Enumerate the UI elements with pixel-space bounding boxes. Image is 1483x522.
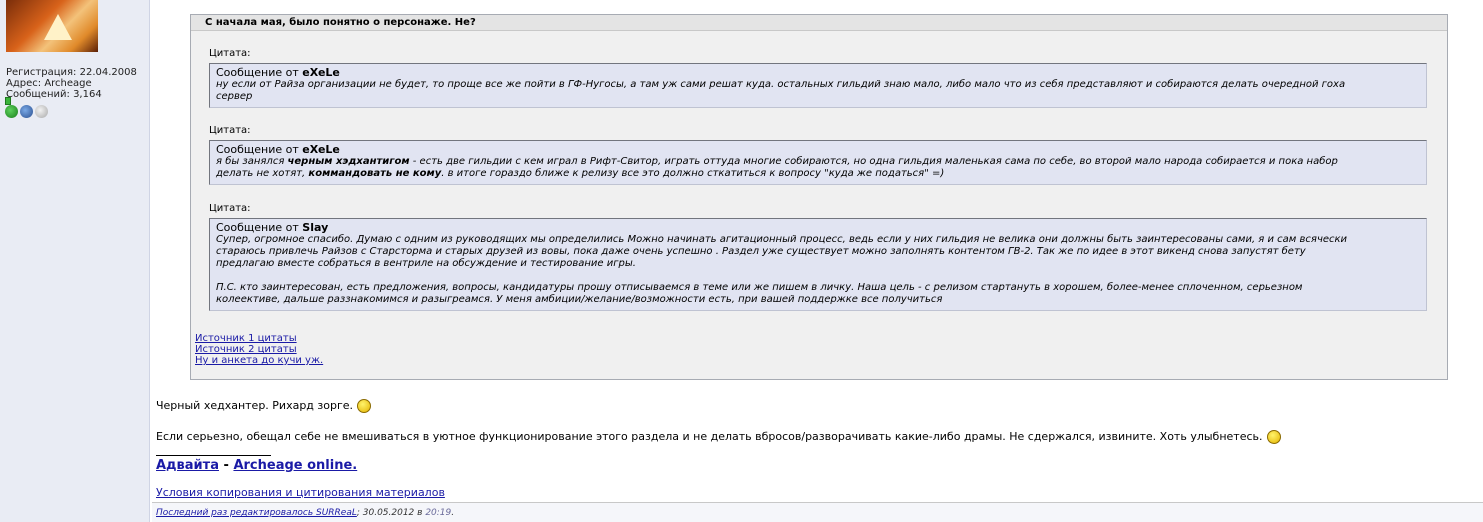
source-link-3[interactable]: Ну и анкета до кучи уж. (195, 355, 323, 366)
quote-1: Цитата: Сообщение от eXeLe ну если от Ра… (209, 48, 1427, 108)
user-sidebar: Регистрация: 22.04.2008 Адрес: Archeage … (0, 0, 150, 522)
source-link-1[interactable]: Источник 1 цитаты (195, 333, 323, 344)
quote-line: Супер, огромное спасибо. Думаю с одним и… (216, 234, 1348, 245)
quote-author-name: Slay (302, 221, 329, 234)
outer-quote: С начала мая, было понятно о персонаже. … (190, 14, 1448, 380)
signature-link-archeage[interactable]: Archeage online. (233, 458, 357, 473)
quote-label: Цитата: (209, 48, 251, 59)
edit-note: Последний раз редактировалось SURReaL; 3… (156, 508, 454, 518)
post-line-1: Черный хедхантер. Рихард зорге. (156, 399, 372, 413)
edit-time: 20:19 (425, 508, 452, 518)
signature-link-advaita[interactable]: Адвайта (156, 458, 219, 473)
address-row: Адрес: Archeage (6, 78, 137, 89)
quote-fragment: . в итоге гораздо ближе к релизу все это… (441, 168, 945, 179)
edit-author-link[interactable]: Последний раз редактировалось SURReaL (156, 508, 357, 518)
address-label: Адрес: (6, 78, 42, 89)
source-links: Источник 1 цитаты Источник 2 цитаты Ну и… (195, 333, 323, 366)
avatar-emblem (44, 14, 72, 40)
quote-line: сервер (216, 91, 253, 102)
quote-line: колеективе, дальше раззнакомимся и разыг… (216, 294, 943, 305)
post-body: С начала мая, было понятно о персонаже. … (152, 0, 1483, 522)
user-icons (5, 105, 50, 121)
terms-row: Условия копирования и цитирования матери… (156, 486, 445, 499)
contact-icon[interactable] (35, 105, 48, 118)
messages-count: 3,164 (73, 89, 102, 100)
quote-text: Супер, огромное спасибо. Думаю с одним и… (216, 234, 1420, 306)
quote-text: ну если от Райза организации не будет, т… (216, 79, 1420, 103)
quote-author: Сообщение от eXeLe (216, 144, 1420, 156)
quote-line: предлагаю вместе собраться в вентриле на… (216, 258, 636, 269)
quote-text: я бы занялся черным хэдхантигом - есть д… (216, 156, 1420, 180)
edit-date: ; 30.05.2012 в (356, 508, 426, 518)
quote-spacer (216, 270, 1420, 282)
signature-divider (156, 455, 271, 456)
quote-fragment: я бы занялся (216, 156, 288, 167)
edit-bar: Последний раз редактировалось SURReaL; 3… (152, 502, 1483, 522)
quote-line: делать не хотят, коммандовать не кому. в… (216, 168, 1420, 180)
quote-body: Сообщение от eXeLe ну если от Райза орга… (209, 63, 1427, 108)
quote-author-name: eXeLe (302, 143, 340, 156)
quote-fragment: - есть две гильдии с кем играл в Рифт-Св… (409, 156, 1338, 167)
quote-fragment: делать не хотят, (216, 168, 309, 179)
registration-row: Регистрация: 22.04.2008 (6, 67, 137, 78)
quote-body: Сообщение от Slay Супер, огромное спасиб… (209, 218, 1427, 311)
quote-line: П.С. кто заинтересован, есть предложения… (216, 282, 1303, 293)
quote-line: стараюсь привлечь Райзов с Старсторма и … (216, 246, 1306, 257)
address-value: Archeage (44, 78, 92, 89)
reputation-icon[interactable] (5, 105, 18, 118)
quote-body: Сообщение от eXeLe я бы занялся черным х… (209, 140, 1427, 185)
quote-2: Цитата: Сообщение от eXeLe я бы занялся … (209, 125, 1427, 185)
quote-emphasis: черным хэдхантигом (287, 156, 410, 167)
post-text: Черный хедхантер. Рихард зорге. (156, 399, 354, 412)
signature-separator: - (218, 458, 234, 473)
post-text: Если серьезно, обещал себе не вмешиватьс… (156, 430, 1263, 443)
quote-line: ну если от Райза организации не будет, т… (216, 79, 1346, 90)
registration-date: 22.04.2008 (79, 67, 137, 78)
source-link-2[interactable]: Источник 2 цитаты (195, 344, 323, 355)
quote-3: Цитата: Сообщение от Slay Супер, огромно… (209, 203, 1427, 311)
signature: Адвайта - Archeage online. (156, 458, 357, 473)
quote-label: Цитата: (209, 125, 251, 136)
smiley-icon (1266, 430, 1281, 444)
quote-from-prefix: Сообщение от (216, 66, 299, 79)
quote-emphasis: коммандовать не кому (308, 168, 442, 179)
user-info: Регистрация: 22.04.2008 Адрес: Archeage … (6, 67, 137, 100)
quote-from-prefix: Сообщение от (216, 221, 299, 234)
post-line-2: Если серьезно, обещал себе не вмешиватьс… (156, 430, 1281, 444)
terms-link[interactable]: Условия копирования и цитирования матери… (156, 486, 445, 499)
quote-label: Цитата: (209, 203, 251, 214)
smiley-icon (357, 399, 372, 413)
registration-label: Регистрация: (6, 67, 77, 78)
quote-line: я бы занялся черным хэдхантигом - есть д… (216, 156, 1420, 168)
messages-label: Сообщений: (6, 89, 70, 100)
quote-from-prefix: Сообщение от (216, 143, 299, 156)
online-status-icon (5, 97, 11, 105)
messages-row: Сообщений: 3,164 (6, 89, 137, 100)
avatar[interactable] (6, 0, 98, 52)
edit-tail: . (451, 508, 455, 518)
outer-quote-title: С начала мая, было понятно о персонаже. … (191, 15, 1447, 31)
profile-icon[interactable] (20, 105, 33, 118)
quote-author: Сообщение от Slay (216, 222, 1420, 234)
quote-author: Сообщение от eXeLe (216, 67, 1420, 79)
quote-author-name: eXeLe (302, 66, 340, 79)
